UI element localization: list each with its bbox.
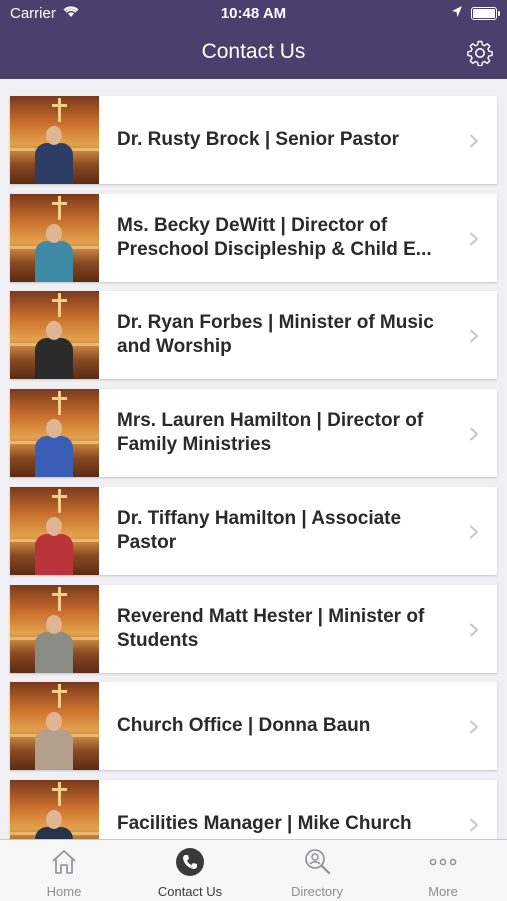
contact-photo	[10, 389, 99, 478]
contact-name: Reverend Matt Hester | Minister of Stude…	[117, 605, 425, 651]
more-dots-icon	[428, 847, 458, 877]
contact-photo	[10, 193, 99, 282]
contact-photo	[10, 486, 99, 575]
contact-card[interactable]: Ms. Becky DeWitt | Director of Preschool…	[10, 193, 497, 282]
contact-photo	[10, 96, 99, 184]
tab-label: More	[428, 884, 458, 899]
tab-bar: Home Contact Us Directory More	[0, 839, 507, 901]
battery-icon	[471, 7, 500, 20]
phone-icon	[175, 847, 205, 877]
chevron-right-icon	[470, 427, 478, 441]
chevron-right-icon	[470, 134, 478, 148]
contact-photo	[10, 584, 99, 673]
navigation-header: Carrier 10:48 AM Contact Us	[0, 0, 507, 79]
tab-directory[interactable]: Directory	[254, 840, 380, 901]
page-title: Contact Us	[201, 40, 306, 63]
contact-photo	[10, 291, 99, 380]
contact-name: Mrs. Lauren Hamilton | Director of Famil…	[117, 410, 424, 456]
contact-card[interactable]: Dr. Rusty Brock | Senior Pastor	[10, 96, 497, 184]
chevron-right-icon	[470, 525, 478, 539]
contact-name: Dr. Ryan Forbes | Minister of Music and …	[117, 312, 434, 358]
tab-label: Contact Us	[157, 884, 223, 899]
tab-home[interactable]: Home	[1, 840, 127, 901]
contact-card[interactable]: Mrs. Lauren Hamilton | Director of Famil…	[10, 389, 497, 478]
chevron-right-icon	[470, 720, 478, 734]
contact-name: Church Office | Donna Baun	[117, 715, 371, 737]
contact-name: Facilities Manager | Mike Church	[117, 812, 412, 834]
home-icon	[49, 847, 79, 877]
contact-list[interactable]: Dr. Rusty Brock | Senior Pastor Ms. Becky…	[0, 79, 507, 839]
contact-card[interactable]: Dr. Tiffany Hamilton | Associate Pastor	[10, 486, 497, 575]
contact-photo	[10, 682, 99, 771]
directory-search-icon	[302, 847, 332, 877]
tab-label: Home	[46, 884, 82, 899]
chevron-right-icon	[470, 623, 478, 636]
tab-more[interactable]: More	[380, 840, 506, 901]
contact-card[interactable]: Reverend Matt Hester | Minister of Stude…	[10, 584, 497, 673]
contact-photo	[10, 779, 99, 839]
chevron-right-icon	[470, 818, 478, 832]
location-arrow-icon	[452, 6, 462, 17]
contact-card[interactable]: Facilities Manager | Mike Church	[10, 779, 497, 839]
contact-card[interactable]: Dr. Ryan Forbes | Minister of Music and …	[10, 291, 497, 380]
gear-icon[interactable]	[467, 40, 493, 66]
clock: 10:48 AM	[220, 5, 287, 22]
tab-contact-us[interactable]: Contact Us	[127, 840, 253, 901]
contact-name: Dr. Rusty Brock | Senior Pastor	[117, 129, 399, 150]
contact-card[interactable]: Church Office | Donna Baun	[10, 682, 497, 771]
contact-name: Ms. Becky DeWitt | Director of Preschool…	[117, 214, 432, 260]
tab-label: Directory	[290, 884, 343, 899]
chevron-right-icon	[470, 232, 478, 246]
contact-name: Dr. Tiffany Hamilton | Associate Pastor	[117, 507, 402, 553]
chevron-right-icon	[470, 329, 478, 343]
status-bar: Carrier 10:48 AM	[0, 0, 507, 28]
